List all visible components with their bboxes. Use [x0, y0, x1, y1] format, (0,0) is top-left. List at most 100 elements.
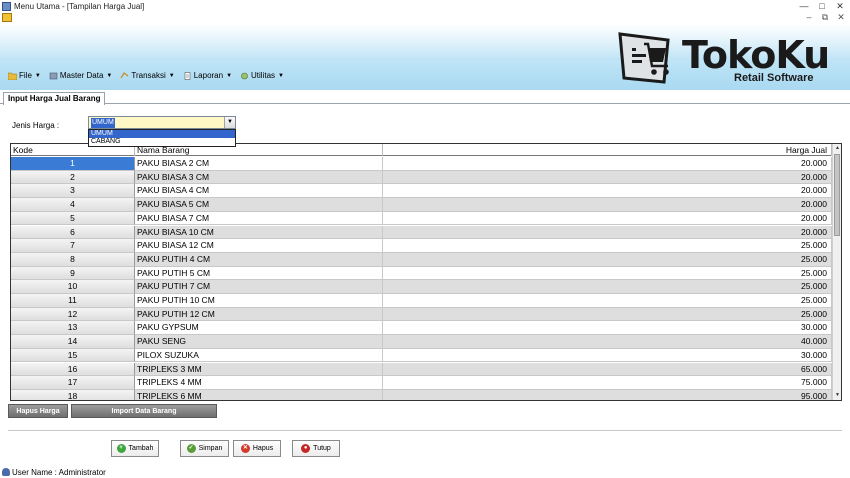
cell-harga-jual[interactable]: 30.000	[383, 321, 832, 336]
cell-nama-barang[interactable]: PAKU BIASA 12 CM	[135, 239, 383, 253]
table-row[interactable]: 14 PAKU SENG 40.000	[11, 335, 832, 349]
table-row[interactable]: 8 PAKU PUTIH 4 CM 25.000	[11, 252, 832, 267]
table-row[interactable]: 10 PAKU PUTIH 7 CM 25.000	[11, 280, 832, 294]
hapus-button[interactable]: ✕ Hapus	[233, 440, 281, 457]
cell-nama-barang[interactable]: PAKU PUTIH 10 CM	[135, 294, 383, 308]
cell-harga-jual[interactable]: 25.000	[383, 280, 832, 294]
cell-kode[interactable]: 6	[11, 225, 135, 240]
cell-kode[interactable]: 5	[11, 211, 135, 226]
table-row[interactable]: 18 TRIPLEKS 6 MM 95.000	[11, 389, 832, 400]
cell-kode[interactable]: 8	[11, 252, 135, 267]
cell-nama-barang[interactable]: PAKU GYPSUM	[135, 321, 383, 336]
cell-nama-barang[interactable]: PAKU BIASA 5 CM	[135, 198, 383, 212]
cell-harga-jual[interactable]: 25.000	[383, 294, 832, 308]
cell-kode[interactable]: 9	[11, 266, 135, 281]
table-row[interactable]: 5 PAKU BIASA 7 CM 20.000	[11, 211, 832, 226]
cell-harga-jual[interactable]: 25.000	[383, 307, 832, 322]
option-umum[interactable]: UMUM	[89, 130, 235, 138]
jenis-harga-select[interactable]: UMUM ▼	[88, 116, 236, 129]
scroll-down-icon[interactable]: ▼	[833, 391, 841, 400]
menu-master-data[interactable]: Master Data ▼	[49, 71, 112, 80]
cell-nama-barang[interactable]: PAKU PUTIH 4 CM	[135, 252, 383, 267]
cell-kode[interactable]: 13	[11, 321, 135, 336]
cell-kode[interactable]: 16	[11, 362, 135, 377]
cell-kode[interactable]: 17	[11, 376, 135, 390]
table-row[interactable]: 15 PILOX SUZUKA 30.000	[11, 348, 832, 363]
table-row[interactable]: 6 PAKU BIASA 10 CM 20.000	[11, 225, 832, 240]
menu-utilitas[interactable]: Utilitas ▼	[240, 71, 284, 80]
cell-kode[interactable]: 11	[11, 294, 135, 308]
cell-kode[interactable]: 15	[11, 348, 135, 363]
cell-harga-jual[interactable]: 75.000	[383, 376, 832, 390]
scroll-thumb[interactable]	[834, 154, 840, 236]
child-minimize-icon[interactable]: –	[804, 12, 814, 22]
cell-kode[interactable]: 2	[11, 170, 135, 185]
simpan-button[interactable]: ✓ Simpan	[180, 440, 229, 457]
tutup-button[interactable]: ● Tutup	[292, 440, 340, 457]
cell-nama-barang[interactable]: TRIPLEKS 6 MM	[135, 389, 383, 400]
table-row[interactable]: 7 PAKU BIASA 12 CM 25.000	[11, 239, 832, 253]
cell-harga-jual[interactable]: 30.000	[383, 348, 832, 363]
table-row[interactable]: 1 PAKU BIASA 2 CM 20.000	[11, 157, 832, 171]
cell-harga-jual[interactable]: 20.000	[383, 211, 832, 226]
cell-kode[interactable]: 7	[11, 239, 135, 253]
cell-nama-barang[interactable]: PAKU PUTIH 7 CM	[135, 280, 383, 294]
tab-input-harga-jual[interactable]: Input Harga Jual Barang	[3, 92, 106, 105]
option-cabang[interactable]: CABANG	[89, 138, 235, 146]
table-row[interactable]: 13 PAKU GYPSUM 30.000	[11, 321, 832, 336]
child-restore-icon[interactable]: ⧉	[820, 12, 830, 22]
cell-kode[interactable]: 10	[11, 280, 135, 294]
header-harga-jual[interactable]: Harga Jual	[383, 144, 832, 156]
cell-nama-barang[interactable]: PAKU PUTIH 5 CM	[135, 266, 383, 281]
hapus-harga-button[interactable]: Hapus Harga	[8, 404, 68, 418]
minimize-icon[interactable]: —	[798, 1, 810, 11]
cell-kode[interactable]: 12	[11, 307, 135, 322]
table-row[interactable]: 16 TRIPLEKS 3 MM 65.000	[11, 362, 832, 377]
cell-harga-jual[interactable]: 25.000	[383, 252, 832, 267]
cell-harga-jual[interactable]: 20.000	[383, 170, 832, 185]
tambah-button[interactable]: + Tambah	[111, 440, 159, 457]
grid-scrollbar[interactable]: ▲ ▼	[832, 144, 841, 400]
cell-nama-barang[interactable]: PAKU BIASA 10 CM	[135, 225, 383, 240]
table-row[interactable]: 2 PAKU BIASA 3 CM 20.000	[11, 170, 832, 185]
cell-nama-barang[interactable]: PAKU BIASA 2 CM	[135, 157, 383, 171]
table-row[interactable]: 9 PAKU PUTIH 5 CM 25.000	[11, 266, 832, 281]
cell-harga-jual[interactable]: 25.000	[383, 266, 832, 281]
cell-nama-barang[interactable]: TRIPLEKS 4 MM	[135, 376, 383, 390]
table-row[interactable]: 3 PAKU BIASA 4 CM 20.000	[11, 184, 832, 199]
cell-nama-barang[interactable]: TRIPLEKS 3 MM	[135, 362, 383, 377]
maximize-icon[interactable]: □	[816, 1, 828, 11]
cell-harga-jual[interactable]: 65.000	[383, 362, 832, 377]
table-row[interactable]: 11 PAKU PUTIH 10 CM 25.000	[11, 294, 832, 308]
table-row[interactable]: 4 PAKU BIASA 5 CM 20.000	[11, 198, 832, 212]
child-close-icon[interactable]: ✕	[836, 12, 846, 22]
cell-nama-barang[interactable]: PAKU BIASA 7 CM	[135, 211, 383, 226]
cell-nama-barang[interactable]: PAKU BIASA 3 CM	[135, 170, 383, 185]
cell-nama-barang[interactable]: PAKU PUTIH 12 CM	[135, 307, 383, 322]
harga-jual-grid[interactable]: Kode Nama Barang Harga Jual 1 PAKU BIASA …	[10, 143, 842, 401]
cell-harga-jual[interactable]: 20.000	[383, 225, 832, 240]
close-icon[interactable]: ✕	[834, 1, 846, 11]
table-row[interactable]: 17 TRIPLEKS 4 MM 75.000	[11, 376, 832, 390]
cell-nama-barang[interactable]: PILOX SUZUKA	[135, 348, 383, 363]
cell-harga-jual[interactable]: 40.000	[383, 335, 832, 349]
cell-kode[interactable]: 4	[11, 198, 135, 212]
menu-file[interactable]: File ▼	[7, 71, 41, 80]
menu-transaksi[interactable]: Transaksi ▼	[120, 71, 175, 80]
cell-nama-barang[interactable]: PAKU BIASA 4 CM	[135, 184, 383, 199]
menu-laporan[interactable]: Laporan ▼	[183, 71, 232, 80]
cell-kode[interactable]: 3	[11, 184, 135, 199]
dropdown-arrow-icon[interactable]: ▼	[224, 117, 235, 128]
cell-harga-jual[interactable]: 25.000	[383, 239, 832, 253]
cell-harga-jual[interactable]: 20.000	[383, 184, 832, 199]
import-data-barang-button[interactable]: Import Data Barang	[71, 404, 217, 418]
cell-harga-jual[interactable]: 20.000	[383, 198, 832, 212]
cell-harga-jual[interactable]: 95.000	[383, 389, 832, 400]
cell-kode[interactable]: 1	[11, 157, 135, 171]
table-row[interactable]: 12 PAKU PUTIH 12 CM 25.000	[11, 307, 832, 322]
scroll-up-icon[interactable]: ▲	[833, 144, 841, 153]
cell-nama-barang[interactable]: PAKU SENG	[135, 335, 383, 349]
cell-kode[interactable]: 14	[11, 335, 135, 349]
cell-kode[interactable]: 18	[11, 389, 135, 400]
cell-harga-jual[interactable]: 20.000	[383, 157, 832, 171]
